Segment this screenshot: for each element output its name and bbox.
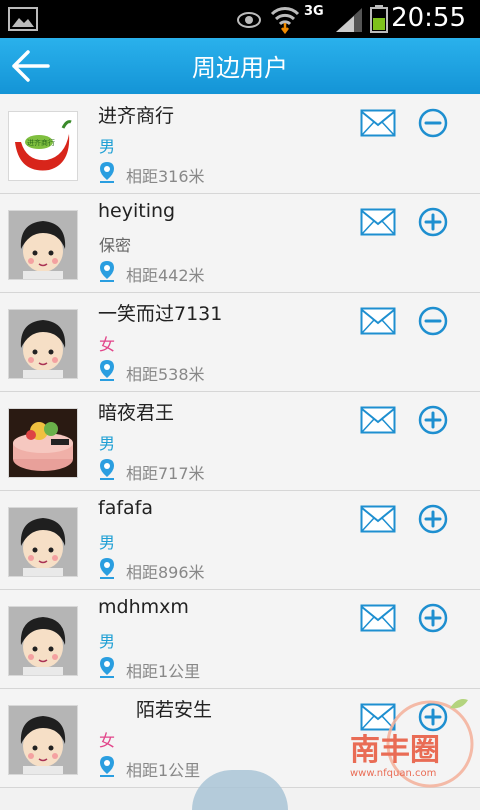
location-pin-icon (100, 360, 114, 381)
user-avatar[interactable] (8, 210, 78, 280)
remove-friend-icon[interactable] (417, 107, 449, 139)
user-distance: 相距1公里 (126, 662, 201, 681)
page-title: 周边用户 (192, 54, 288, 82)
message-envelope-icon[interactable] (360, 505, 396, 533)
user-gender: 男 (99, 137, 116, 156)
image-notification-icon (8, 7, 38, 31)
location-pin-icon (100, 657, 114, 678)
user-avatar[interactable] (8, 705, 78, 775)
add-friend-icon[interactable] (417, 206, 449, 238)
watermark-brand: 南丰圈 (350, 733, 440, 768)
user-avatar[interactable] (8, 408, 78, 478)
add-friend-icon[interactable] (417, 404, 449, 436)
user-row[interactable]: mdhmxm 男相距1公里 (0, 590, 480, 689)
user-gender: 男 (99, 434, 116, 453)
user-distance: 相距442米 (126, 266, 205, 285)
network-type: 3G (304, 4, 324, 19)
add-friend-icon[interactable] (417, 503, 449, 535)
battery-icon (370, 5, 388, 33)
watermark-url: www.nfquan.com (350, 768, 436, 779)
user-avatar[interactable] (8, 606, 78, 676)
location-pin-icon (100, 459, 114, 480)
message-envelope-icon[interactable] (360, 208, 396, 236)
user-name: mdhmxm (98, 596, 189, 618)
user-name: 一笑而过7131 (98, 303, 223, 325)
user-name: 暗夜君王 (98, 402, 175, 424)
user-distance: 相距717米 (126, 464, 205, 483)
user-row[interactable]: heyiting 保密相距442米 (0, 194, 480, 293)
status-bar: 3G 20:55 (0, 0, 480, 38)
user-gender: 女 (99, 731, 116, 750)
nanfengquan-watermark: 南丰圈 www.nfquan.com (350, 699, 474, 788)
user-row[interactable]: 一笑而过7131 女相距538米 (0, 293, 480, 392)
location-pin-icon (100, 558, 114, 579)
user-name: 陌若安生 (98, 699, 213, 721)
user-row[interactable]: fafafa 男相距896米 (0, 491, 480, 590)
signal-icon (336, 8, 362, 32)
user-distance: 相距1公里 (126, 761, 201, 780)
user-avatar[interactable]: 进齐商行 (8, 111, 78, 181)
user-gender: 保密 (99, 236, 132, 255)
user-row[interactable]: 进齐商行 进齐商行男相距316米 (0, 95, 480, 194)
user-list[interactable]: 进齐商行 进齐商行男相距316米 heyiting 保密 相距442米 一笑而过7131 女… (0, 95, 480, 788)
user-distance: 相距896米 (126, 563, 205, 582)
svg-text:进齐商行: 进齐商行 (27, 138, 55, 147)
user-distance: 相距538米 (126, 365, 205, 384)
user-gender: 女 (99, 335, 116, 354)
user-name: heyiting (98, 200, 176, 222)
user-name: 进齐商行 (98, 105, 175, 127)
user-avatar[interactable] (8, 507, 78, 577)
wifi-icon (270, 7, 300, 34)
user-row[interactable]: 暗夜君王男相距717米 (0, 392, 480, 491)
user-gender: 男 (99, 533, 116, 552)
location-pin-icon (100, 756, 114, 777)
user-gender: 男 (99, 632, 116, 651)
message-envelope-icon[interactable] (360, 604, 396, 632)
user-distance: 相距316米 (126, 167, 205, 186)
eye-icon (237, 12, 261, 28)
message-envelope-icon[interactable] (360, 307, 396, 335)
location-pin-icon (100, 261, 114, 282)
user-avatar[interactable] (8, 309, 78, 379)
clock: 20:55 (391, 3, 466, 33)
remove-friend-icon[interactable] (417, 305, 449, 337)
add-friend-icon[interactable] (417, 602, 449, 634)
message-envelope-icon[interactable] (360, 109, 396, 137)
message-envelope-icon[interactable] (360, 406, 396, 434)
location-pin-icon (100, 162, 114, 183)
user-name: fafafa (98, 497, 153, 519)
app-header: 周边用户 (0, 38, 480, 94)
